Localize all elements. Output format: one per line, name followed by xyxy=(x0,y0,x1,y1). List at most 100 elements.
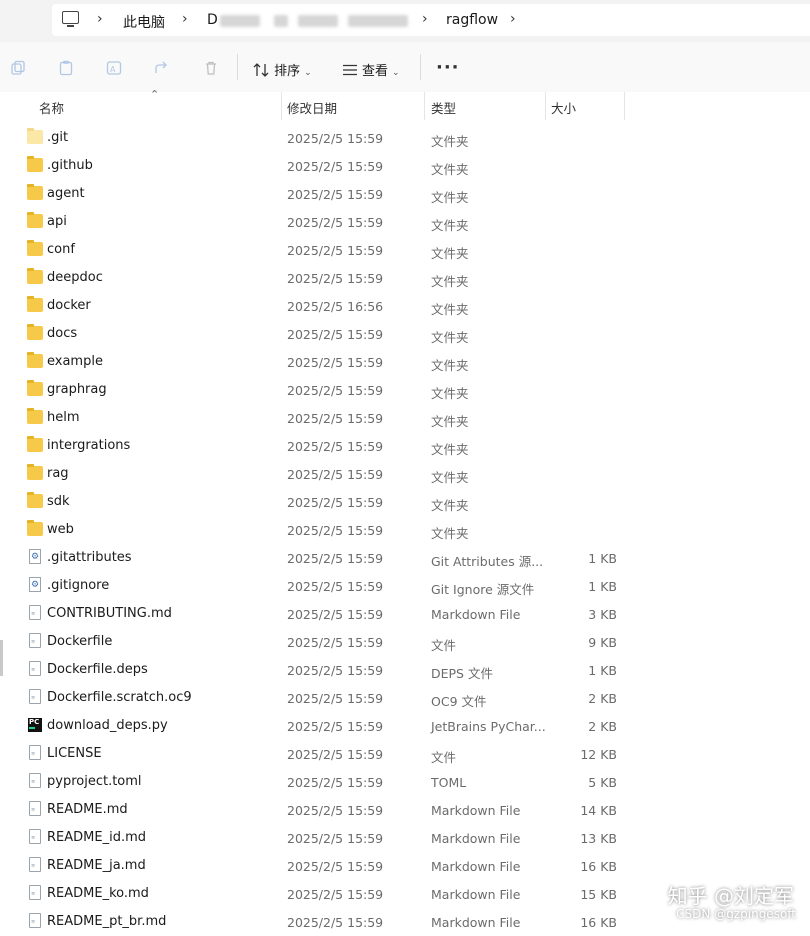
file-row[interactable]: conf 2025/2/5 15:59 文件夹 xyxy=(0,236,810,264)
file-row[interactable]: helm 2025/2/5 15:59 文件夹 xyxy=(0,404,810,432)
file-row[interactable]: docs 2025/2/5 15:59 文件夹 xyxy=(0,320,810,348)
file-row[interactable]: ≡ LICENSE 2025/2/5 15:59 文件 12 KB xyxy=(0,740,810,768)
file-row[interactable]: ≡ pyproject.toml 2025/2/5 15:59 TOML 5 KB xyxy=(0,768,810,796)
folder-icon xyxy=(27,520,43,536)
file-name: web xyxy=(47,522,74,537)
file-row[interactable]: sdk 2025/2/5 15:59 文件夹 xyxy=(0,488,810,516)
file-type: 文件 xyxy=(431,638,457,653)
column-divider[interactable] xyxy=(624,92,625,120)
view-button[interactable]: 查看 ⌄ xyxy=(342,60,400,79)
modified-date: 2025/2/5 15:59 xyxy=(287,747,384,762)
redacted-path xyxy=(220,15,260,27)
file-type: 文件夹 xyxy=(431,190,469,205)
modified-date: 2025/2/5 15:59 xyxy=(287,691,384,706)
breadcrumb-ragflow[interactable]: ragflow xyxy=(446,12,498,28)
file-name: Dockerfile.deps xyxy=(47,662,148,677)
file-type: 文件夹 xyxy=(431,274,469,289)
modified-date: 2025/2/5 15:59 xyxy=(287,859,384,874)
file-name: README.md xyxy=(47,802,128,817)
modified-date: 2025/2/5 15:59 xyxy=(287,383,384,398)
chevron-right-icon[interactable]: › xyxy=(97,11,103,27)
column-divider[interactable] xyxy=(424,92,425,120)
address-bar[interactable]: › 此电脑 › D › ragflow › xyxy=(52,4,810,36)
chevron-right-icon[interactable]: › xyxy=(510,11,516,27)
file-name: download_deps.py xyxy=(47,718,168,733)
file-row[interactable]: .git 2025/2/5 15:59 文件夹 xyxy=(0,124,810,152)
file-row[interactable]: .github 2025/2/5 15:59 文件夹 xyxy=(0,152,810,180)
file-name: deepdoc xyxy=(47,270,103,285)
file-row[interactable]: ⚙ .gitattributes 2025/2/5 15:59 Git Attribu… xyxy=(0,544,810,572)
column-header-name[interactable]: 名称 xyxy=(39,98,64,117)
file-row[interactable]: agent 2025/2/5 15:59 文件夹 xyxy=(0,180,810,208)
file-row[interactable]: ⚙ .gitignore 2025/2/5 15:59 Git Ignore 源文件 1… xyxy=(0,572,810,600)
pycharm-file-icon: PC xyxy=(28,718,42,732)
file-row[interactable]: ≡ README_ja.md 2025/2/5 15:59 Markdown File… xyxy=(0,852,810,880)
column-divider[interactable] xyxy=(545,92,546,120)
modified-date: 2025/2/5 15:59 xyxy=(287,467,384,482)
more-options-button[interactable]: ··· xyxy=(436,57,460,78)
cut-icon[interactable] xyxy=(10,60,26,76)
column-header-size[interactable]: 大小 xyxy=(551,98,576,117)
breadcrumb-this-pc[interactable]: 此电脑 xyxy=(123,12,165,32)
document-file-icon: ≡ xyxy=(29,605,41,620)
column-header-row: ⌃ 名称 修改日期 类型 大小 xyxy=(0,88,810,120)
file-row[interactable]: ≡ Dockerfile 2025/2/5 15:59 文件 9 KB xyxy=(0,628,810,656)
file-name: LICENSE xyxy=(47,746,102,761)
command-bar: A 排序 ⌄ 查看 ⌄ ··· xyxy=(0,42,810,92)
file-type: Markdown File xyxy=(431,607,521,622)
delete-icon[interactable] xyxy=(203,60,219,76)
modified-date: 2025/2/5 15:59 xyxy=(287,915,384,930)
file-row[interactable]: graphrag 2025/2/5 15:59 文件夹 xyxy=(0,376,810,404)
rename-icon[interactable]: A xyxy=(106,60,122,76)
sort-icon xyxy=(253,63,269,77)
column-header-type[interactable]: 类型 xyxy=(431,98,456,117)
modified-date: 2025/2/5 16:56 xyxy=(287,299,384,314)
breadcrumb-drive[interactable]: D xyxy=(207,12,218,28)
file-type: 文件夹 xyxy=(431,134,469,149)
file-row[interactable]: deepdoc 2025/2/5 15:59 文件夹 xyxy=(0,264,810,292)
chevron-right-icon[interactable]: › xyxy=(422,11,428,27)
file-size: 15 KB xyxy=(580,887,617,902)
file-row[interactable]: PC download_deps.py 2025/2/5 15:59 JetBrain… xyxy=(0,712,810,740)
sort-button[interactable]: 排序 ⌄ xyxy=(253,60,312,79)
file-row[interactable]: intergrations 2025/2/5 15:59 文件夹 xyxy=(0,432,810,460)
file-type: Git Attributes 源... xyxy=(431,554,544,569)
file-row[interactable]: api 2025/2/5 15:59 文件夹 xyxy=(0,208,810,236)
folder-icon xyxy=(27,408,43,424)
folder-icon xyxy=(27,212,43,228)
folder-icon xyxy=(27,156,43,172)
file-row[interactable]: ≡ README_id.md 2025/2/5 15:59 Markdown File… xyxy=(0,824,810,852)
toolbar-divider xyxy=(237,54,238,80)
modified-date: 2025/2/5 15:59 xyxy=(287,439,384,454)
folder-icon xyxy=(27,380,43,396)
navigation-pane-edge[interactable] xyxy=(0,640,3,676)
file-type: 文件夹 xyxy=(431,442,469,457)
file-name: .gitignore xyxy=(47,578,110,593)
file-type: JetBrains PyChar... xyxy=(431,719,546,734)
file-row[interactable]: example 2025/2/5 15:59 文件夹 xyxy=(0,348,810,376)
redacted-path xyxy=(348,15,408,27)
file-row[interactable]: ≡ Dockerfile.scratch.oc9 2025/2/5 15:59 OC9… xyxy=(0,684,810,712)
file-type: TOML xyxy=(431,775,467,790)
file-row[interactable]: ≡ CONTRIBUTING.md 2025/2/5 15:59 Markdown F… xyxy=(0,600,810,628)
file-type: Markdown File xyxy=(431,859,521,874)
file-row[interactable]: ≡ README.md 2025/2/5 15:59 Markdown File 14 … xyxy=(0,796,810,824)
folder-icon xyxy=(27,436,43,452)
copy-icon[interactable] xyxy=(58,60,74,76)
file-row[interactable]: rag 2025/2/5 15:59 文件夹 xyxy=(0,460,810,488)
this-pc-icon[interactable] xyxy=(62,11,79,27)
file-type: 文件夹 xyxy=(431,302,469,317)
file-type: 文件夹 xyxy=(431,330,469,345)
chevron-right-icon[interactable]: › xyxy=(182,11,188,27)
column-divider[interactable] xyxy=(281,92,282,120)
modified-date: 2025/2/5 15:59 xyxy=(287,495,384,510)
column-header-date[interactable]: 修改日期 xyxy=(287,98,337,117)
file-type: 文件夹 xyxy=(431,358,469,373)
file-row[interactable]: docker 2025/2/5 16:56 文件夹 xyxy=(0,292,810,320)
file-row[interactable]: web 2025/2/5 15:59 文件夹 xyxy=(0,516,810,544)
file-row[interactable]: ≡ Dockerfile.deps 2025/2/5 15:59 DEPS 文件 1 K… xyxy=(0,656,810,684)
file-name: README_pt_br.md xyxy=(47,914,167,929)
file-name: README_ja.md xyxy=(47,858,146,873)
modified-date: 2025/2/5 15:59 xyxy=(287,159,384,174)
share-icon[interactable] xyxy=(154,60,170,76)
